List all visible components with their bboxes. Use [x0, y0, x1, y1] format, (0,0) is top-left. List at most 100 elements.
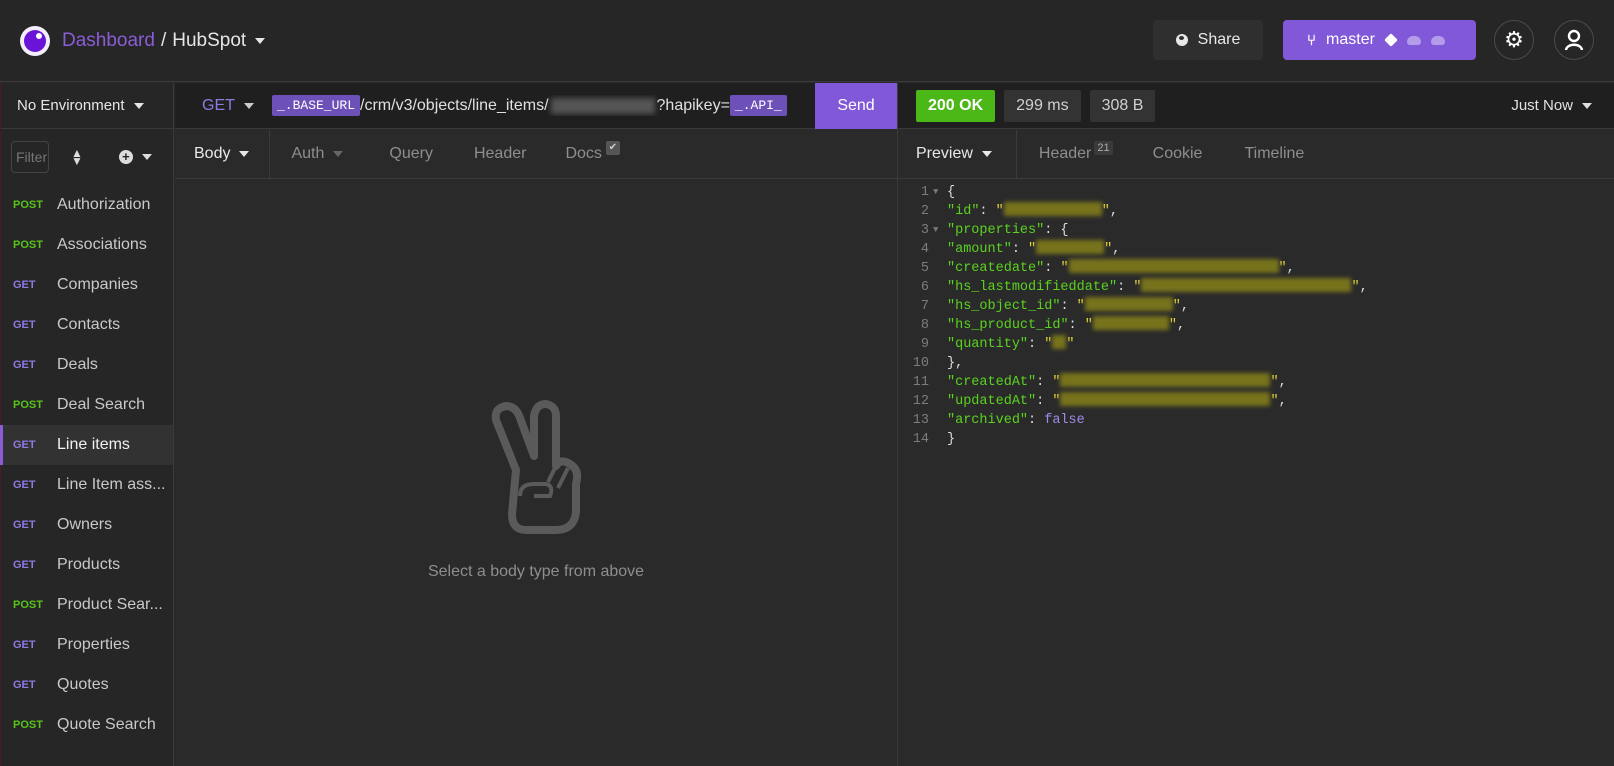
sidebar-item-request[interactable]: GET Companies: [1, 265, 173, 305]
send-button[interactable]: Send: [815, 83, 897, 129]
tab-cookie[interactable]: Cookie: [1153, 145, 1203, 163]
user-icon: [1564, 29, 1584, 51]
request-name: Quote Search: [57, 716, 156, 733]
account-button[interactable]: [1554, 20, 1594, 60]
filter-input[interactable]: [11, 141, 49, 173]
sidebar-item-request[interactable]: GET Properties: [1, 625, 173, 665]
code-line: 4 "amount": " ",: [920, 240, 1121, 257]
breadcrumb-separator: /: [160, 30, 167, 51]
branch-label: master: [1326, 31, 1375, 48]
cube-icon: [1384, 33, 1398, 47]
redacted-value: [1060, 373, 1271, 387]
response-tabs: Preview Header 21 Cookie Timeline: [898, 129, 1614, 179]
globe-icon: [1175, 34, 1188, 46]
add-request-button[interactable]: +: [118, 150, 152, 164]
status-badge: 200 OK: [916, 89, 996, 122]
request-list: POST Authorization POST Associations GET Comp…: [0, 185, 173, 745]
method-dropdown[interactable]: GET: [202, 97, 272, 115]
sidebar-item-request[interactable]: GET Quotes: [1, 665, 173, 705]
sidebar-item-request[interactable]: POST Product Sear...: [1, 585, 173, 625]
sidebar-item-request[interactable]: POST Quote Search: [1, 705, 173, 745]
chevron-down-icon: [1582, 102, 1592, 109]
tab-label: Docs: [565, 145, 602, 162]
sidebar-item-request[interactable]: GET Line items: [0, 425, 173, 465]
response-size: 308 B: [1089, 89, 1156, 122]
empty-body-state: Select a body type from above: [175, 400, 897, 581]
tab-header[interactable]: Header: [474, 145, 526, 163]
breadcrumb: Dashboard / HubSpot: [62, 30, 266, 52]
sidebar-tools: ▲▼ +: [1, 129, 173, 185]
redacted-value: [1084, 297, 1173, 311]
method-badge: POST: [13, 239, 43, 251]
method-label: GET: [202, 96, 235, 114]
tab-docs[interactable]: Docs ✔: [565, 141, 620, 163]
method-badge: POST: [13, 599, 43, 611]
tab-label: Auth: [291, 145, 325, 162]
method-badge: GET: [13, 279, 36, 291]
share-button[interactable]: Share: [1153, 20, 1263, 60]
chevron-down-icon: [141, 154, 152, 160]
chevron-down-icon: [981, 151, 992, 157]
app-logo-icon[interactable]: [20, 26, 50, 56]
method-badge: GET: [13, 639, 36, 651]
history-label: Just Now: [1511, 97, 1573, 114]
tab-timeline[interactable]: Timeline: [1244, 145, 1304, 163]
redacted-value: [1092, 316, 1169, 330]
share-label: Share: [1197, 31, 1241, 48]
sort-icon[interactable]: ▲ ▼: [71, 147, 83, 167]
code-line: 7 "hs_object_id": " ",: [920, 297, 1189, 314]
method-badge: GET: [13, 439, 36, 451]
sidebar-item-request[interactable]: GET Line Item ass...: [1, 465, 173, 505]
tab-body[interactable]: Body: [175, 129, 271, 179]
method-badge: GET: [13, 519, 36, 531]
project-dropdown[interactable]: HubSpot: [172, 30, 266, 52]
sidebar-item-request[interactable]: GET Contacts: [1, 305, 173, 345]
code-line: 13 "archived": false: [912, 413, 1085, 428]
branch-button[interactable]: ⑂ master: [1283, 20, 1476, 60]
sidebar-item-request[interactable]: POST Associations: [1, 225, 173, 265]
cloud-push-icon[interactable]: [1430, 35, 1445, 45]
chevron-down-icon: [255, 37, 266, 44]
json-preview: 1 ▼{2 "id": " ", 3 ▼ "properties": {4 "amoun…: [905, 183, 1368, 449]
sidebar-item-request[interactable]: GET Deals: [1, 345, 173, 385]
method-badge: GET: [13, 319, 36, 331]
peace-hand-icon: [491, 400, 582, 534]
url-bar: GET _.BASE_URL /crm/v3/objects/line_item…: [175, 83, 897, 129]
pane-divider[interactable]: [897, 83, 898, 766]
env-var-tag[interactable]: _.API_: [729, 95, 787, 116]
history-dropdown[interactable]: Just Now: [1511, 97, 1592, 114]
tab-label: Body: [194, 145, 231, 162]
request-name: Authorization: [57, 196, 151, 213]
sidebar-item-request[interactable]: GET Owners: [1, 505, 173, 545]
code-line: 5 "createdate": " ",: [920, 259, 1295, 276]
sidebar-item-request[interactable]: POST Authorization: [1, 185, 173, 225]
code-line: 2 "id": " ",: [920, 202, 1118, 219]
tab-response-header[interactable]: Header 21: [1039, 141, 1113, 163]
sidebar: No Environment ▲▼ + POSTAuthorizationPOS…: [0, 83, 174, 766]
request-name: Contacts: [57, 316, 121, 333]
settings-button[interactable]: ⚙: [1494, 20, 1534, 60]
tab-auth[interactable]: Auth: [291, 145, 344, 163]
code-line: 11 "createdAt": " ",: [912, 373, 1287, 390]
code-line: 8 "hs_product_id": " ",: [920, 316, 1186, 333]
env-var-tag[interactable]: _.BASE_URL: [272, 95, 361, 116]
tab-preview[interactable]: Preview: [898, 129, 1017, 179]
environment-label: No Environment: [17, 97, 125, 114]
environment-dropdown[interactable]: No Environment: [1, 83, 173, 129]
tab-query[interactable]: Query: [389, 145, 433, 163]
method-badge: POST: [13, 399, 43, 411]
project-name: HubSpot: [172, 30, 247, 51]
url-query: ?hapikey=: [656, 96, 730, 114]
method-badge: POST: [13, 719, 43, 731]
method-badge: GET: [13, 479, 36, 491]
method-badge: GET: [13, 679, 36, 691]
redacted-value: [1052, 335, 1067, 349]
request-name: Product Sear...: [57, 596, 163, 613]
breadcrumb-dashboard-link[interactable]: Dashboard: [62, 30, 155, 52]
sidebar-item-request[interactable]: GET Products: [1, 545, 173, 585]
cloud-pull-icon[interactable]: [1406, 35, 1421, 45]
redacted-value: [1141, 278, 1352, 292]
url-input[interactable]: _.BASE_URL /crm/v3/objects/line_items/ ?…: [272, 95, 802, 116]
sidebar-item-request[interactable]: POST Deal Search: [1, 385, 173, 425]
check-icon: ✔: [605, 141, 620, 155]
